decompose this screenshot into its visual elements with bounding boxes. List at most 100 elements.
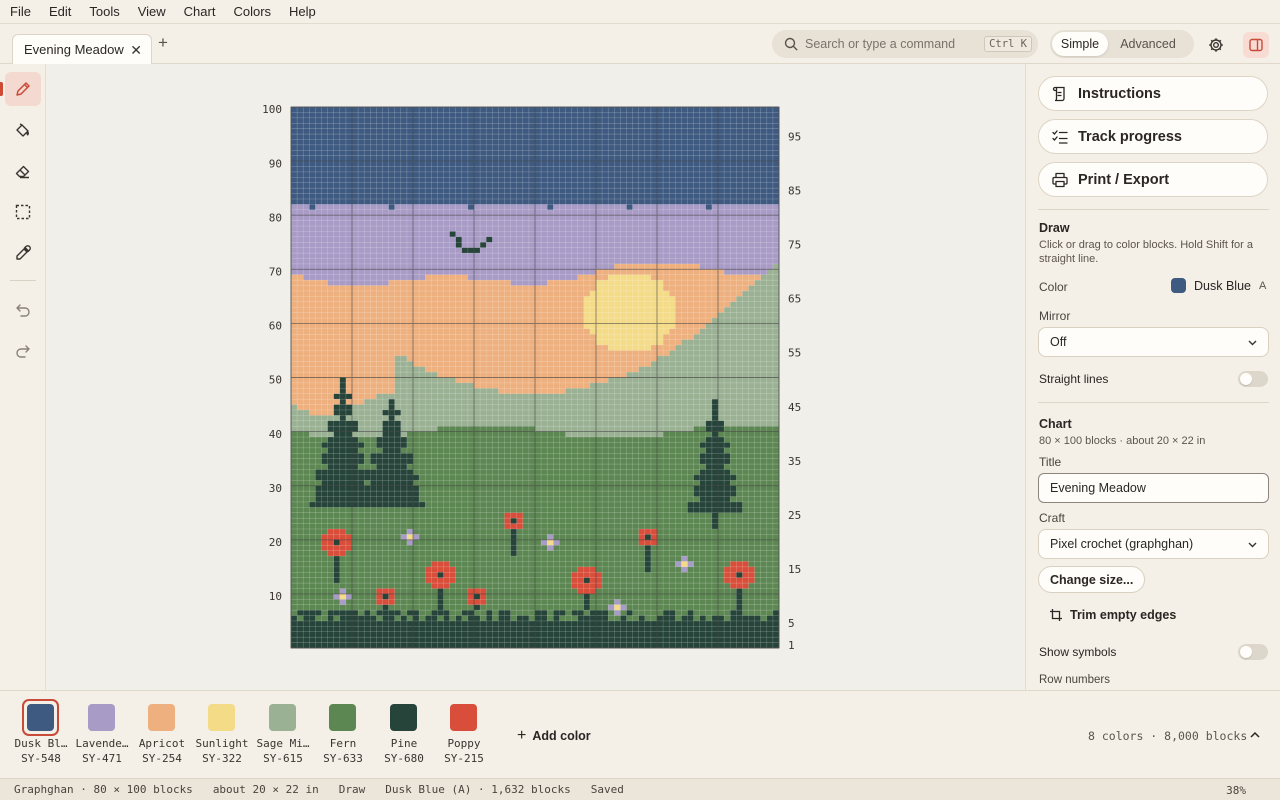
- chart-block-run[interactable]: [705, 437, 725, 443]
- chart-block-run[interactable]: [748, 285, 780, 292]
- chart-block-run[interactable]: [425, 566, 456, 573]
- chart-block-run[interactable]: [547, 545, 554, 551]
- chart-block-run[interactable]: [711, 399, 719, 405]
- chart-block-run[interactable]: [650, 545, 780, 551]
- palette-swatch[interactable]: Sage Mi… SY-615: [253, 701, 313, 771]
- chart-block-run[interactable]: [711, 512, 719, 519]
- chart-block-run[interactable]: [358, 610, 365, 616]
- chart-block-run[interactable]: [742, 610, 774, 616]
- chart-block-run[interactable]: [382, 447, 402, 454]
- chart-block-run[interactable]: [724, 615, 731, 622]
- chart-block-run[interactable]: [406, 539, 414, 546]
- chart-block-run[interactable]: [699, 328, 780, 335]
- chart-block-run[interactable]: [400, 615, 408, 622]
- chart-block-run[interactable]: [461, 242, 481, 248]
- chart-block-run[interactable]: [724, 464, 780, 470]
- chart-block-run[interactable]: [730, 583, 749, 589]
- chart-block-run[interactable]: [663, 334, 694, 340]
- chart-block-run[interactable]: [577, 588, 597, 595]
- chart-block-run[interactable]: [772, 263, 780, 270]
- chart-block-run[interactable]: [663, 280, 755, 286]
- chart-block-run[interactable]: [413, 615, 420, 622]
- chart-block-run[interactable]: [455, 236, 462, 243]
- chart-block-run[interactable]: [510, 545, 517, 551]
- chart-block-run[interactable]: [394, 361, 414, 367]
- eraser-tool[interactable]: [5, 154, 41, 188]
- chart-block-run[interactable]: [699, 480, 731, 486]
- chart-block-run[interactable]: [455, 242, 462, 248]
- chart-block-run[interactable]: [327, 610, 359, 616]
- chart-block-run[interactable]: [596, 339, 664, 346]
- chart-block-run[interactable]: [333, 572, 340, 578]
- chart-block-run[interactable]: [565, 610, 572, 616]
- chart-block-run[interactable]: [437, 588, 444, 595]
- straight-lines-toggle[interactable]: [1238, 371, 1268, 387]
- chart-block-run[interactable]: [516, 534, 548, 540]
- chart-block-run[interactable]: [339, 399, 347, 405]
- chart-block-run[interactable]: [382, 593, 389, 600]
- current-color[interactable]: Dusk Blue A: [1171, 278, 1266, 293]
- chart-block-run[interactable]: [583, 599, 591, 605]
- chart-block-run[interactable]: [626, 204, 633, 210]
- chart-block-run[interactable]: [724, 437, 780, 443]
- chart-block-run[interactable]: [388, 204, 395, 210]
- chart-block-run[interactable]: [291, 355, 395, 362]
- chart-block-run[interactable]: [352, 539, 408, 546]
- chart-block-run[interactable]: [339, 561, 432, 568]
- chart-block-run[interactable]: [571, 583, 603, 589]
- chart-block-run[interactable]: [583, 312, 676, 319]
- pencil-tool[interactable]: [5, 72, 41, 106]
- chart-block-run[interactable]: [333, 556, 340, 562]
- chart-block-run[interactable]: [309, 501, 426, 508]
- chart-block-run[interactable]: [413, 361, 652, 367]
- chart-block-run[interactable]: [327, 420, 359, 427]
- chart-block-run[interactable]: [291, 442, 322, 449]
- chart-block-run[interactable]: [711, 523, 719, 530]
- chart-block-run[interactable]: [291, 583, 432, 589]
- chart-block-run[interactable]: [394, 615, 401, 622]
- chart-block-run[interactable]: [327, 615, 334, 622]
- chart-block-run[interactable]: [711, 317, 780, 324]
- chart-block-run[interactable]: [291, 328, 591, 335]
- chart-block-run[interactable]: [352, 431, 383, 438]
- chart-block-run[interactable]: [547, 534, 554, 540]
- chart-block-run[interactable]: [486, 610, 493, 616]
- chart-block-run[interactable]: [736, 599, 743, 605]
- chart-block-run[interactable]: [705, 420, 725, 427]
- chart-block-run[interactable]: [583, 317, 676, 324]
- chart-block-run[interactable]: [614, 610, 621, 616]
- chart-block-run[interactable]: [291, 545, 322, 551]
- chart-block-run[interactable]: [339, 388, 347, 394]
- chart-block-run[interactable]: [480, 247, 780, 254]
- chart-block-run[interactable]: [589, 610, 609, 616]
- chart-block-run[interactable]: [339, 415, 347, 421]
- chart-block-run[interactable]: [699, 453, 731, 459]
- chart-block-run[interactable]: [571, 572, 603, 578]
- chart-block-run[interactable]: [748, 561, 780, 568]
- chart-block-run[interactable]: [699, 442, 731, 449]
- chart-block-run[interactable]: [406, 355, 658, 362]
- chart-block-run[interactable]: [455, 577, 572, 584]
- chart-block-run[interactable]: [620, 604, 627, 611]
- chart-block-run[interactable]: [382, 426, 402, 432]
- chart-block-run[interactable]: [650, 534, 658, 540]
- print-export-button[interactable]: Print / Export: [1038, 162, 1268, 197]
- chart-block-run[interactable]: [644, 534, 652, 540]
- chart-block-run[interactable]: [724, 426, 780, 432]
- chart-block-run[interactable]: [291, 512, 505, 519]
- chart-block-run[interactable]: [583, 604, 591, 611]
- document-tab[interactable]: Evening Meadow ✕: [12, 34, 152, 64]
- mode-advanced-button[interactable]: Advanced: [1108, 32, 1188, 56]
- mode-simple-button[interactable]: Simple: [1052, 32, 1108, 56]
- chart-block-run[interactable]: [638, 534, 645, 540]
- chart-block-run[interactable]: [577, 615, 609, 622]
- chart-block-run[interactable]: [474, 604, 481, 611]
- chart-block-run[interactable]: [675, 561, 682, 568]
- chart-block-run[interactable]: [419, 474, 694, 481]
- chart-block-run[interactable]: [419, 491, 694, 497]
- chart-block-run[interactable]: [596, 269, 725, 275]
- chart-block-run[interactable]: [291, 458, 322, 465]
- chart-block-run[interactable]: [327, 550, 347, 557]
- chart-block-run[interactable]: [687, 610, 694, 616]
- chart-block-run[interactable]: [583, 301, 676, 308]
